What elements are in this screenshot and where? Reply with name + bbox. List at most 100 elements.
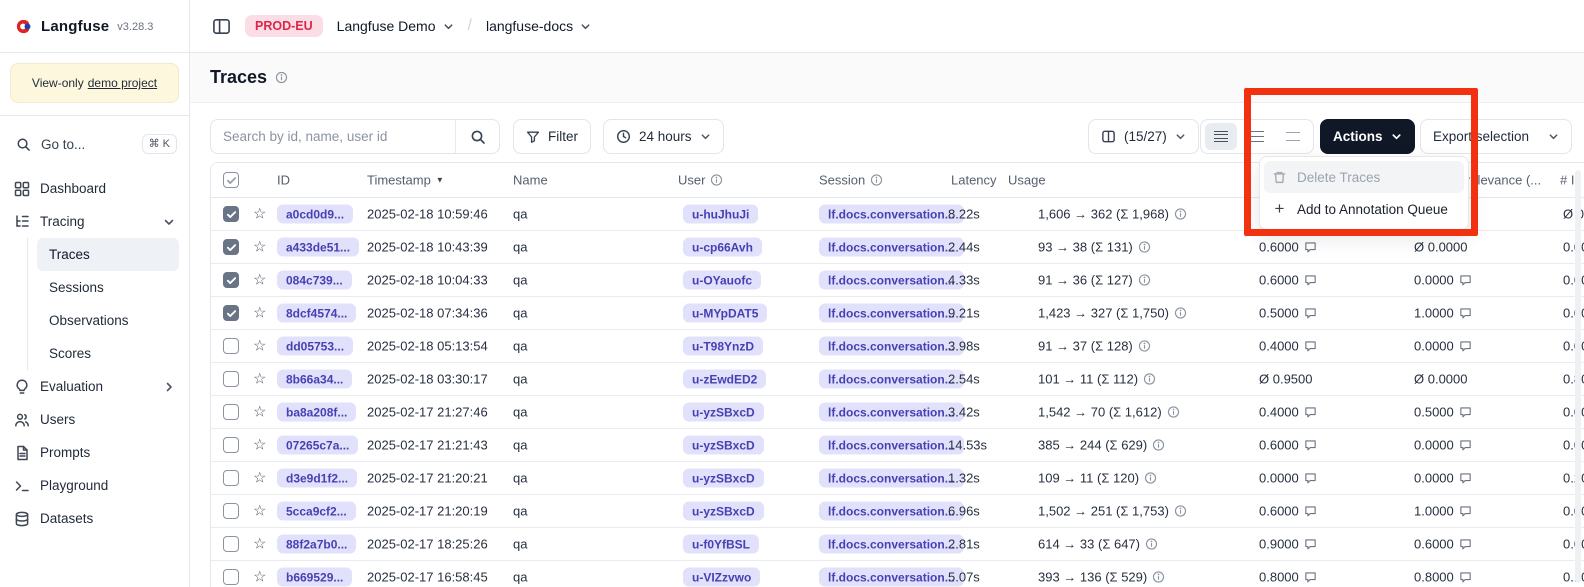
table-row[interactable]: ☆d3e9d1f2...2025-02-17 21:20:21qau-yzSBx… bbox=[211, 462, 1584, 495]
column-visibility-button[interactable]: (15/27) bbox=[1088, 119, 1199, 154]
bookmark-star[interactable]: ☆ bbox=[253, 504, 266, 519]
row-height-medium-button[interactable] bbox=[1241, 123, 1273, 150]
org-selector[interactable]: Langfuse Demo bbox=[337, 18, 454, 34]
trace-id-cell[interactable]: 5cca9cf2... bbox=[277, 502, 356, 521]
user-cell[interactable]: u-T98YnzD bbox=[683, 337, 763, 356]
trace-id-badge[interactable]: 8dcf4574... bbox=[277, 304, 356, 323]
table-row[interactable]: ☆07265c7a...2025-02-17 21:21:43qau-yzSBx… bbox=[211, 429, 1584, 462]
checkbox[interactable] bbox=[223, 404, 239, 420]
trace-id-cell[interactable]: a433de51... bbox=[277, 238, 359, 257]
row-checkbox[interactable] bbox=[223, 305, 239, 321]
session-cell[interactable]: lf.docs.conversation... bbox=[819, 502, 964, 521]
goto-search[interactable]: Go to... ⌘ K bbox=[4, 128, 179, 160]
bookmark-star[interactable]: ☆ bbox=[253, 438, 266, 453]
user-cell[interactable]: u-zEwdED2 bbox=[683, 370, 766, 389]
checkbox[interactable] bbox=[223, 239, 239, 255]
row-height-large-button[interactable] bbox=[1277, 123, 1309, 150]
project-selector[interactable]: langfuse-docs bbox=[486, 18, 591, 34]
session-cell[interactable]: lf.docs.conversation... bbox=[819, 469, 964, 488]
trace-id-badge[interactable]: 88f2a7b0... bbox=[277, 535, 356, 554]
user-cell[interactable]: u-yzSBxcD bbox=[683, 502, 764, 521]
row-checkbox[interactable] bbox=[223, 470, 239, 486]
row-checkbox[interactable] bbox=[223, 437, 239, 453]
user-cell[interactable]: u-VIZzvwo bbox=[683, 568, 760, 587]
row-checkbox[interactable] bbox=[223, 338, 239, 354]
checkbox[interactable] bbox=[223, 470, 239, 486]
session-cell[interactable]: lf.docs.conversation... bbox=[819, 370, 964, 389]
session-cell[interactable]: lf.docs.conversation... bbox=[819, 403, 964, 422]
user-cell[interactable]: u-MYpDAT5 bbox=[683, 304, 767, 323]
session-badge[interactable]: lf.docs.conversation... bbox=[819, 535, 964, 554]
sidebar-item-dashboard[interactable]: Dashboard bbox=[0, 172, 189, 205]
bookmark-star[interactable]: ☆ bbox=[253, 207, 266, 222]
actions-button[interactable]: Actions bbox=[1320, 119, 1415, 154]
trace-id-badge[interactable]: d3e9d1f2... bbox=[277, 469, 357, 488]
trace-id-badge[interactable]: ba8a208f... bbox=[277, 403, 356, 422]
user-cell[interactable]: u-yzSBxcD bbox=[683, 436, 764, 455]
trace-id-cell[interactable]: a0cd0d9... bbox=[277, 205, 353, 224]
trace-id-badge[interactable]: b669529... bbox=[277, 568, 352, 587]
checkbox-partial[interactable] bbox=[223, 172, 239, 188]
bookmark-star[interactable]: ☆ bbox=[253, 273, 266, 288]
table-row[interactable]: ☆b669529...2025-02-17 16:58:45qau-VIZzvw… bbox=[211, 561, 1584, 587]
table-row[interactable]: ☆ba8a208f...2025-02-17 21:27:46qau-yzSBx… bbox=[211, 396, 1584, 429]
trace-id-badge[interactable]: 8b66a34... bbox=[277, 370, 352, 389]
table-row[interactable]: ☆dd05753...2025-02-18 05:13:54qau-T98Ynz… bbox=[211, 330, 1584, 363]
row-checkbox[interactable] bbox=[223, 536, 239, 552]
table-row[interactable]: ☆88f2a7b0...2025-02-17 18:25:26qau-f0YfB… bbox=[211, 528, 1584, 561]
star-icon[interactable]: ☆ bbox=[253, 504, 266, 519]
sidebar-item-datasets[interactable]: Datasets bbox=[0, 502, 189, 535]
filter-button[interactable]: Filter bbox=[513, 119, 591, 154]
user-badge[interactable]: u-VIZzvwo bbox=[683, 568, 760, 587]
user-badge[interactable]: u-OYauofc bbox=[683, 271, 761, 290]
user-badge[interactable]: u-yzSBxcD bbox=[683, 436, 764, 455]
checkbox[interactable] bbox=[223, 536, 239, 552]
table-row[interactable]: ☆8dcf4574...2025-02-18 07:34:36qau-MYpDA… bbox=[211, 297, 1584, 330]
sidebar-item-prompts[interactable]: Prompts bbox=[0, 436, 189, 469]
table-row[interactable]: ☆a433de51...2025-02-18 10:43:39qau-cp66A… bbox=[211, 231, 1584, 264]
checkbox[interactable] bbox=[223, 206, 239, 222]
trace-id-cell[interactable]: b669529... bbox=[277, 568, 352, 587]
row-checkbox[interactable] bbox=[223, 206, 239, 222]
star-icon[interactable]: ☆ bbox=[253, 207, 266, 222]
trace-id-cell[interactable]: dd05753... bbox=[277, 337, 353, 356]
menu-item-delete-traces[interactable]: Delete Traces bbox=[1264, 161, 1464, 193]
bookmark-star[interactable]: ☆ bbox=[253, 537, 266, 552]
time-range-button[interactable]: 24 hours bbox=[603, 119, 724, 154]
user-cell[interactable]: u-yzSBxcD bbox=[683, 403, 764, 422]
trace-id-cell[interactable]: 8dcf4574... bbox=[277, 304, 356, 323]
trace-id-cell[interactable]: 07265c7a... bbox=[277, 436, 358, 455]
row-checkbox[interactable] bbox=[223, 239, 239, 255]
star-icon[interactable]: ☆ bbox=[253, 405, 266, 420]
session-badge[interactable]: lf.docs.conversation... bbox=[819, 238, 964, 257]
session-badge[interactable]: lf.docs.conversation... bbox=[819, 337, 964, 356]
user-badge[interactable]: u-zEwdED2 bbox=[683, 370, 766, 389]
checkbox[interactable] bbox=[223, 371, 239, 387]
row-checkbox[interactable] bbox=[223, 404, 239, 420]
table-row[interactable]: ☆084c739...2025-02-18 10:04:33qau-OYauof… bbox=[211, 264, 1584, 297]
vertical-scrollbar[interactable] bbox=[1575, 170, 1581, 583]
bookmark-star[interactable]: ☆ bbox=[253, 405, 266, 420]
session-badge[interactable]: lf.docs.conversation... bbox=[819, 436, 964, 455]
trace-id-cell[interactable]: 084c739... bbox=[277, 271, 352, 290]
user-cell[interactable]: u-OYauofc bbox=[683, 271, 761, 290]
bookmark-star[interactable]: ☆ bbox=[253, 471, 266, 486]
session-badge[interactable]: lf.docs.conversation... bbox=[819, 469, 964, 488]
bookmark-star[interactable]: ☆ bbox=[253, 372, 266, 387]
user-cell[interactable]: u-f0YfBSL bbox=[683, 535, 759, 554]
row-checkbox[interactable] bbox=[223, 371, 239, 387]
menu-item-add-to-annotation-queue[interactable]: + Add to Annotation Queue bbox=[1264, 193, 1464, 225]
bookmark-star[interactable]: ☆ bbox=[253, 570, 266, 585]
trace-id-badge[interactable]: 084c739... bbox=[277, 271, 352, 290]
user-badge[interactable]: u-MYpDAT5 bbox=[683, 304, 767, 323]
star-icon[interactable]: ☆ bbox=[253, 306, 266, 321]
user-badge[interactable]: u-T98YnzD bbox=[683, 337, 763, 356]
session-badge[interactable]: lf.docs.conversation... bbox=[819, 205, 964, 224]
checkbox[interactable] bbox=[223, 272, 239, 288]
session-cell[interactable]: lf.docs.conversation... bbox=[819, 535, 964, 554]
table-row[interactable]: ☆5cca9cf2...2025-02-17 21:20:19qau-yzSBx… bbox=[211, 495, 1584, 528]
sidebar-item-tracing[interactable]: Tracing bbox=[0, 205, 189, 238]
row-height-compact-button[interactable] bbox=[1205, 123, 1237, 150]
session-cell[interactable]: lf.docs.conversation... bbox=[819, 238, 964, 257]
star-icon[interactable]: ☆ bbox=[253, 240, 266, 255]
